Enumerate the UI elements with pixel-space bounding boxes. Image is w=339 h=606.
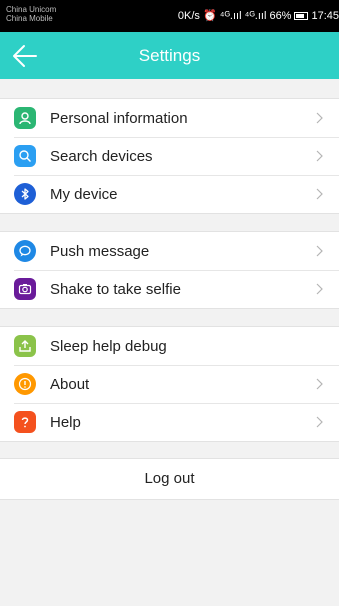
settings-row-label: Push message [50, 242, 150, 260]
settings-row-label: My device [50, 185, 118, 203]
settings-row-about[interactable]: About [0, 365, 339, 403]
settings-group-support: Sleep help debug About Help [0, 326, 339, 442]
settings-row-help[interactable]: Help [0, 403, 339, 441]
chevron-right-icon [309, 150, 329, 162]
settings-row-label: About [50, 375, 90, 393]
chevron-right-icon [309, 416, 329, 428]
info-icon [14, 373, 36, 395]
chevron-right-icon [309, 378, 329, 390]
question-icon [14, 411, 36, 433]
chevron-right-icon [309, 245, 329, 257]
bluetooth-icon [14, 183, 36, 205]
settings-row-label: Shake to take selfie [50, 280, 181, 298]
status-text: 0K/s ⏰ ⁴ᴳ.ııl ⁴ᴳ.ııl 66% [177, 10, 292, 22]
settings-row-label: Personal information [50, 109, 188, 127]
status-indicators: 0K/s ⏰ ⁴ᴳ.ııl ⁴ᴳ.ııl 66% 17:45 [177, 9, 339, 23]
settings-group-account: Personal information Search devices My d… [0, 98, 339, 214]
page-title: Settings [138, 46, 201, 65]
chevron-right-icon [309, 188, 329, 200]
back-button[interactable] [6, 38, 46, 74]
settings-row-shake-selfie[interactable]: Shake to take selfie [0, 270, 339, 308]
carrier-secondary: China Mobile [6, 14, 53, 23]
settings-row-sleep-help-debug[interactable]: Sleep help debug [0, 327, 339, 365]
app-bar: Settings [0, 32, 339, 79]
person-icon [14, 107, 36, 129]
camera-icon [14, 278, 36, 300]
settings-row-label: Sleep help debug [50, 337, 167, 355]
battery-icon [294, 11, 309, 20]
upload-icon [14, 335, 36, 357]
logout-button[interactable]: Log out [0, 458, 339, 500]
settings-row-label: Search devices [50, 147, 153, 165]
status-bar: China Unicom China Mobile 0K/s ⏰ ⁴ᴳ.ııl … [0, 0, 339, 32]
chat-bubble-icon [14, 240, 36, 262]
settings-row-label: Help [50, 413, 81, 431]
status-time: 17:45 [311, 9, 339, 22]
settings-group-features: Push message Shake to take selfie [0, 231, 339, 309]
arrow-left-icon [13, 45, 37, 67]
settings-row-my-device[interactable]: My device [0, 175, 339, 213]
settings-row-push-message[interactable]: Push message [0, 232, 339, 270]
settings-row-search-devices[interactable]: Search devices [0, 137, 339, 175]
settings-row-personal-information[interactable]: Personal information [0, 99, 339, 137]
search-icon [14, 145, 36, 167]
chevron-right-icon [309, 283, 329, 295]
carrier-info: China Unicom China Mobile [6, 5, 56, 23]
carrier-primary: China Unicom [6, 5, 57, 14]
chevron-right-icon [309, 112, 329, 124]
